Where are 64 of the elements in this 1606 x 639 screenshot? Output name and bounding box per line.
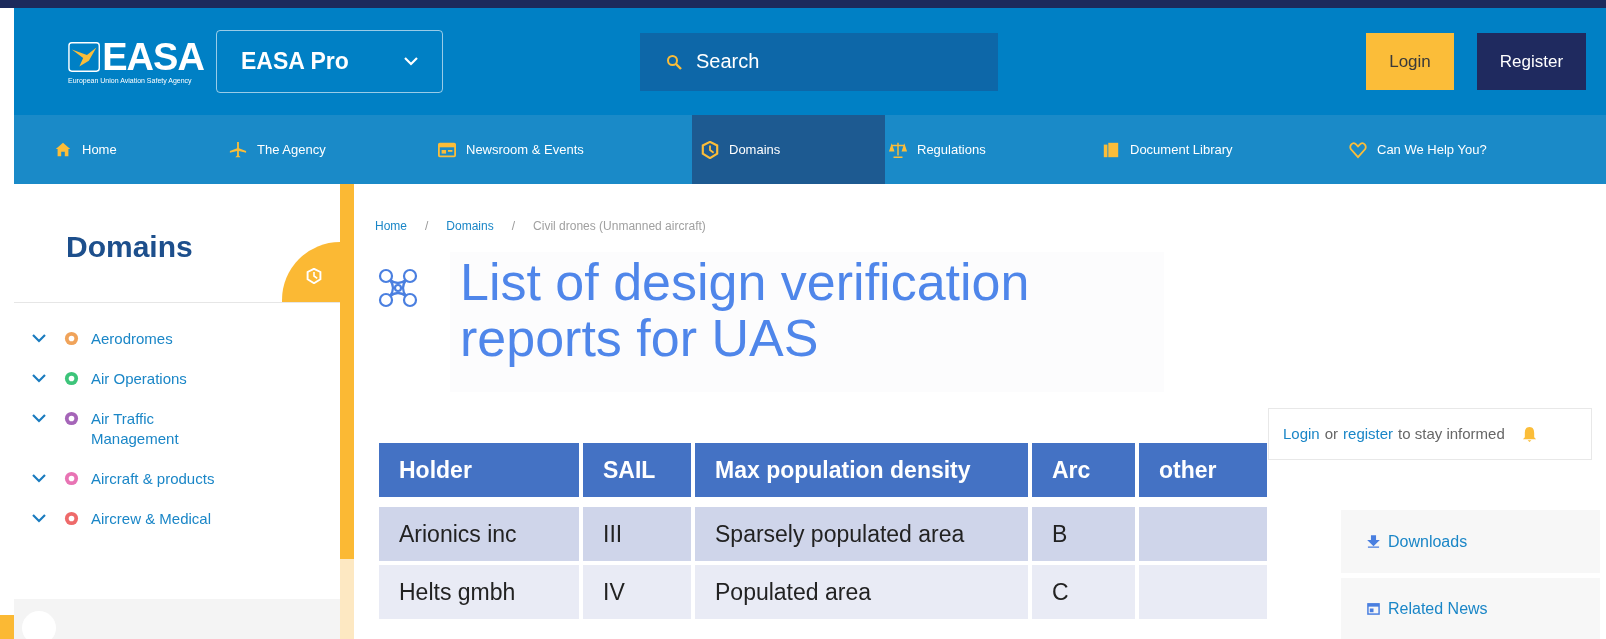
table-cell: B xyxy=(1032,507,1135,561)
column-header: Holder xyxy=(379,443,579,497)
column-header: SAIL xyxy=(583,443,691,497)
bird-logo-icon xyxy=(68,40,101,73)
download-icon xyxy=(1367,535,1380,548)
column-header: Arc xyxy=(1032,443,1135,497)
nav-tab[interactable]: Document Library xyxy=(1098,115,1345,184)
table-cell: Populated area xyxy=(695,565,1028,619)
chevron-down-icon[interactable] xyxy=(32,414,46,423)
breadcrumb-link[interactable]: Domains xyxy=(446,217,494,235)
subscribe-text: to stay informed xyxy=(1398,423,1505,444)
nav-tab[interactable]: The Agency xyxy=(225,115,434,184)
accent-block xyxy=(0,615,14,639)
column-header: Max population density xyxy=(695,443,1028,497)
sidebar-link[interactable]: Aircrew & Medical xyxy=(91,509,212,529)
table-cell: IV xyxy=(583,565,691,619)
heart-icon xyxy=(1349,140,1367,159)
table-cell: C xyxy=(1032,565,1135,619)
hexagon-icon xyxy=(701,140,719,159)
drone-icon xyxy=(376,266,420,310)
chevron-down-icon xyxy=(404,57,418,66)
breadcrumb-separator: / xyxy=(511,218,516,235)
register-link[interactable]: register xyxy=(1343,422,1394,446)
login-link[interactable]: Login xyxy=(1283,422,1320,446)
sidebar-link[interactable]: Air Traffic Management xyxy=(91,409,211,449)
register-button[interactable]: Register xyxy=(1477,33,1586,90)
nav-tab[interactable]: Regulations xyxy=(885,115,1098,184)
site-dropdown[interactable]: EASA Pro xyxy=(216,30,443,93)
sidebar-link[interactable]: Aerodromes xyxy=(91,329,173,349)
chevron-down-icon[interactable] xyxy=(32,474,46,483)
scales-icon xyxy=(889,140,907,159)
column-header: other xyxy=(1139,443,1267,497)
home-icon xyxy=(54,140,72,159)
books-icon xyxy=(1102,140,1120,159)
table-cell: Helts gmbh xyxy=(379,565,579,619)
table-cell: Sparsely populated area xyxy=(695,507,1028,561)
sidebar-title: Domains xyxy=(66,229,193,265)
chevron-down-icon[interactable] xyxy=(32,334,46,343)
nav-tab[interactable]: Can We Help You? xyxy=(1345,115,1565,184)
nav-tab[interactable]: Domains xyxy=(692,115,885,184)
breadcrumb-separator: / xyxy=(425,218,429,235)
bell-icon xyxy=(1521,425,1537,443)
plane-icon xyxy=(229,140,247,159)
search-field[interactable]: Search xyxy=(640,32,998,91)
logo-wordmark: EASA xyxy=(102,37,204,76)
table-cell: III xyxy=(583,507,691,561)
nav-tab[interactable]: Home xyxy=(50,115,225,184)
side-link[interactable]: Related News xyxy=(1341,578,1600,639)
hexagon-icon xyxy=(306,268,322,284)
search-icon xyxy=(666,53,682,70)
sidebar-link[interactable]: Air Operations xyxy=(91,369,187,389)
chevron-down-icon[interactable] xyxy=(32,374,46,383)
login-button[interactable]: Login xyxy=(1366,33,1454,90)
breadcrumb-link[interactable]: Home xyxy=(375,217,407,235)
subscribe-text: or xyxy=(1324,423,1339,444)
scroll-bar[interactable] xyxy=(340,184,354,639)
table-cell: Arionics inc xyxy=(379,507,579,561)
nav-tab[interactable]: Newsroom & Events xyxy=(434,115,692,184)
chevron-down-icon[interactable] xyxy=(32,514,46,523)
side-link[interactable]: Downloads xyxy=(1341,510,1600,573)
newspaper-icon xyxy=(1367,602,1380,615)
sidebar-link[interactable]: Aircraft & products xyxy=(91,469,215,489)
newspaper-icon xyxy=(438,140,456,159)
breadcrumb-current: Civil drones (Unmanned aircraft) xyxy=(533,218,706,235)
